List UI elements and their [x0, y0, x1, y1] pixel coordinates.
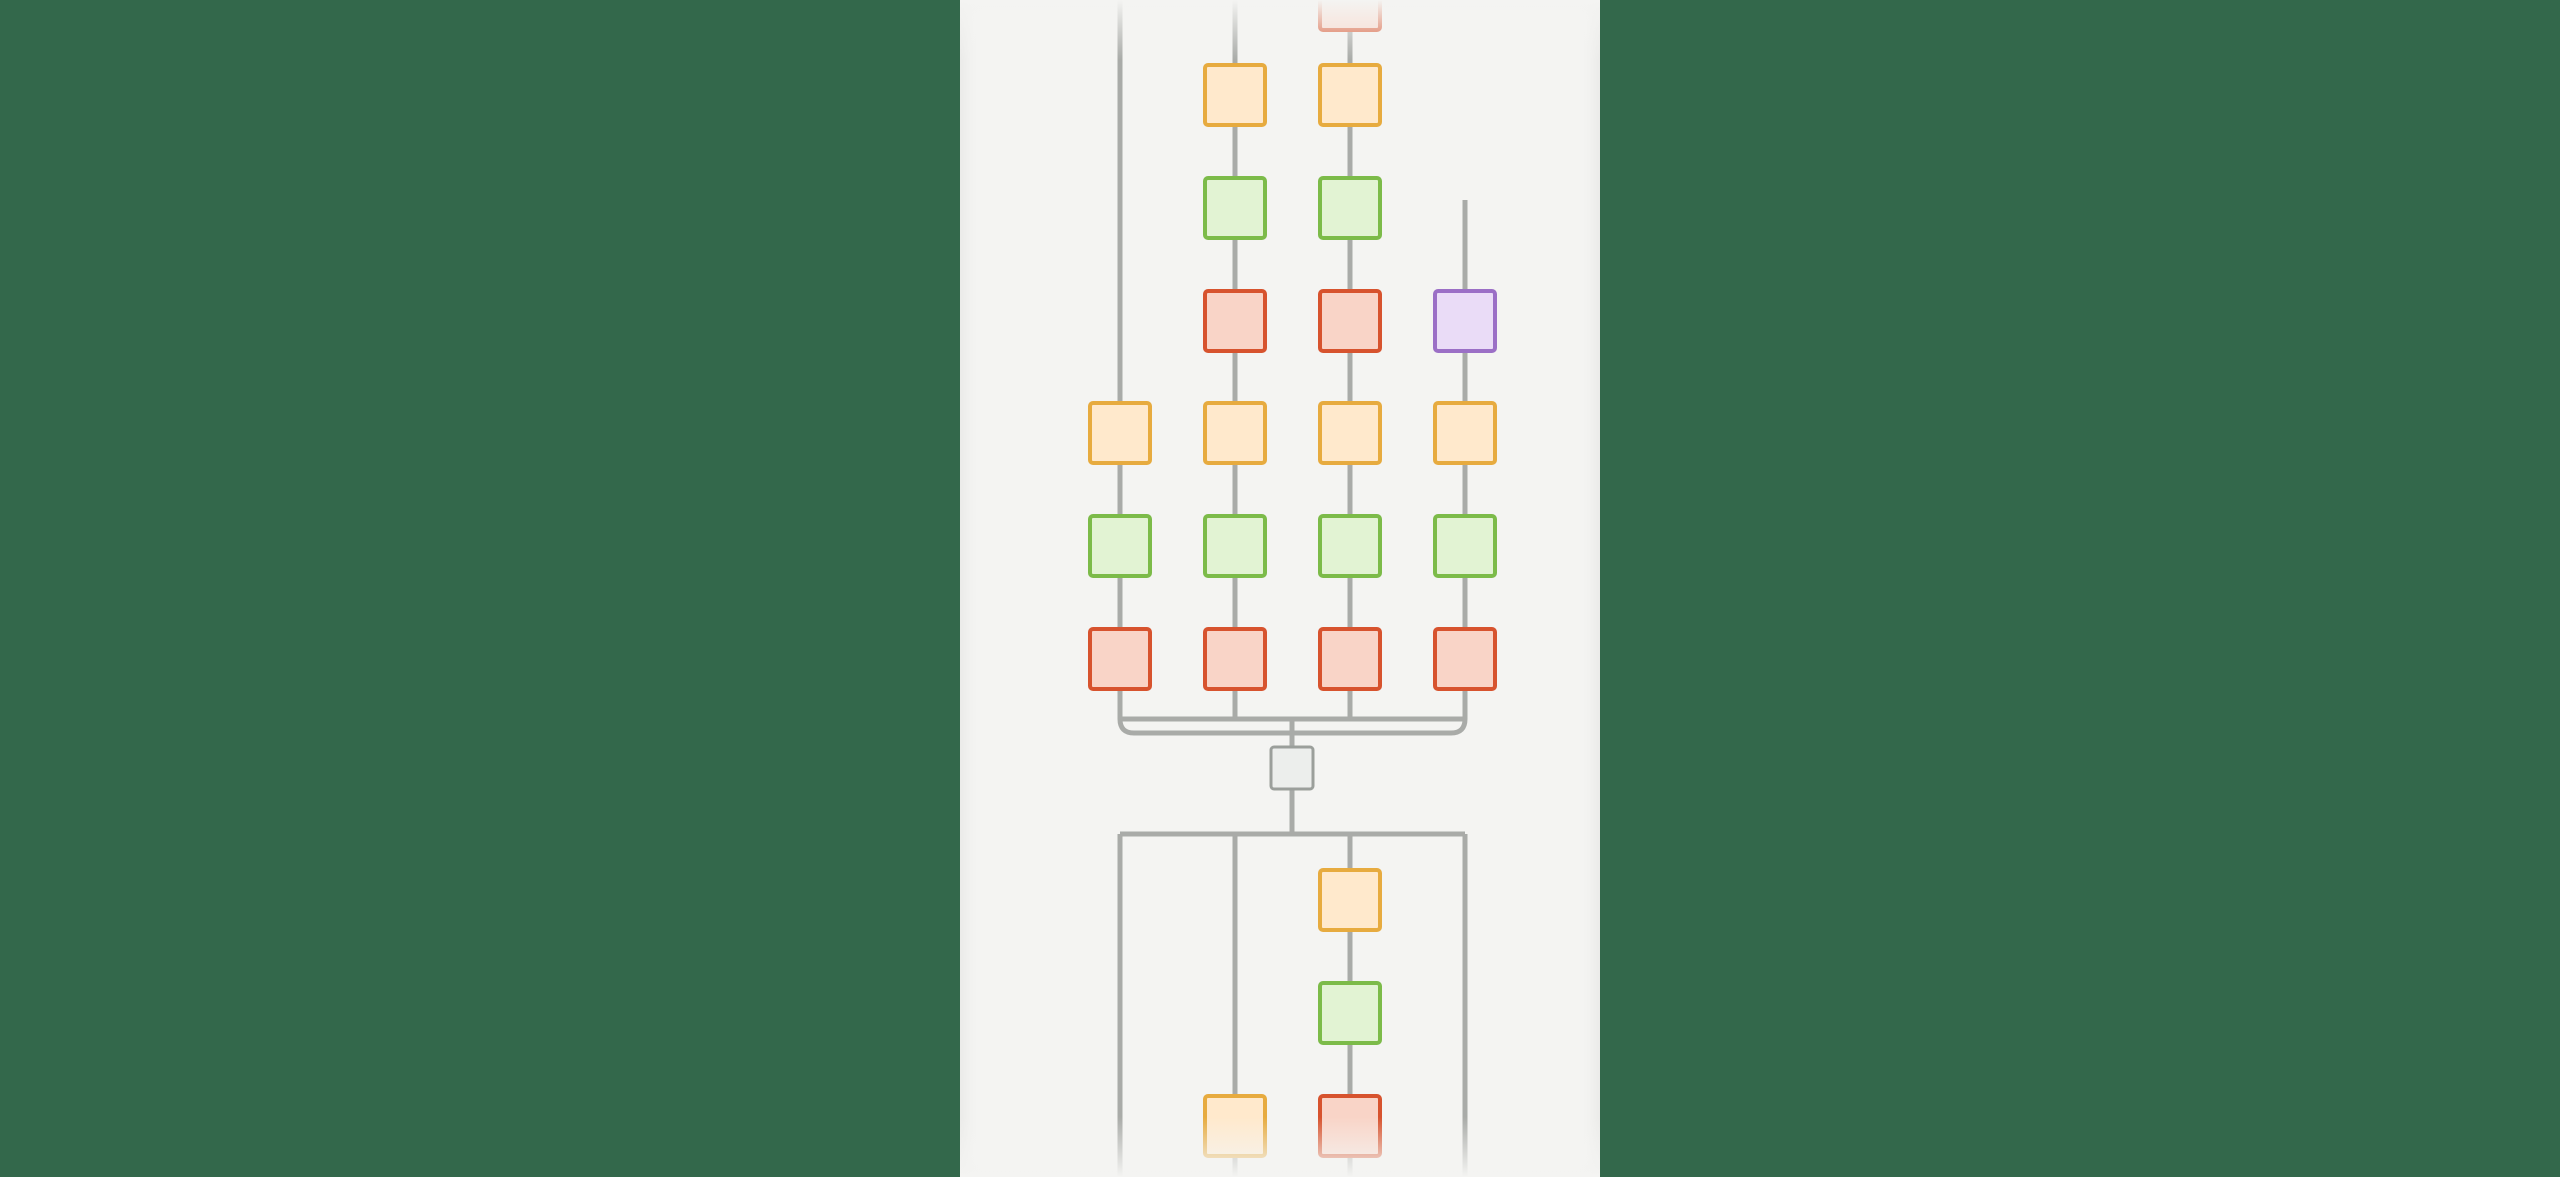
- upper-c3-r2-green-node[interactable]: [1320, 178, 1380, 238]
- lower-l3-r1-green-node[interactable]: [1320, 983, 1380, 1043]
- upper-c2-r6-red-node[interactable]: [1205, 629, 1265, 689]
- lower-l2-r2-orange-node[interactable]: [1205, 1096, 1265, 1156]
- lower-l3-r0-orange-node[interactable]: [1320, 870, 1380, 930]
- upper-c4-r5-green-node[interactable]: [1435, 516, 1495, 576]
- upper-c2-r2-green-node[interactable]: [1205, 178, 1265, 238]
- upper-c2-r3-red-node[interactable]: [1205, 291, 1265, 351]
- upper-c2-r4-orange-node[interactable]: [1205, 403, 1265, 463]
- upper-c1-r6-red-node[interactable]: [1090, 629, 1150, 689]
- upper-c3-r5-green-node[interactable]: [1320, 516, 1380, 576]
- upper-c4-r4-orange-node[interactable]: [1435, 403, 1495, 463]
- upper-c2-r5-green-node[interactable]: [1205, 516, 1265, 576]
- upper-c2-r1-orange-node[interactable]: [1205, 65, 1265, 125]
- upper-c3-r1-orange-node[interactable]: [1320, 65, 1380, 125]
- upper-c4-r6-red-node[interactable]: [1435, 629, 1495, 689]
- diagram-panel: [960, 0, 1600, 1177]
- upper-c3-r6-red-node[interactable]: [1320, 629, 1380, 689]
- upper-c4-r3-purple-node[interactable]: [1435, 291, 1495, 351]
- merge-node[interactable]: [1271, 747, 1313, 789]
- upper-c3-r3-red-node[interactable]: [1320, 291, 1380, 351]
- upper-c1-r5-green-node[interactable]: [1090, 516, 1150, 576]
- diagram-svg: [960, 0, 1600, 1177]
- upper-c3-r0-red-node[interactable]: [1320, 0, 1380, 30]
- upper-c3-r4-orange-node[interactable]: [1320, 403, 1380, 463]
- lower-l3-r2-red-node[interactable]: [1320, 1096, 1380, 1156]
- upper-c1-r4-orange-node[interactable]: [1090, 403, 1150, 463]
